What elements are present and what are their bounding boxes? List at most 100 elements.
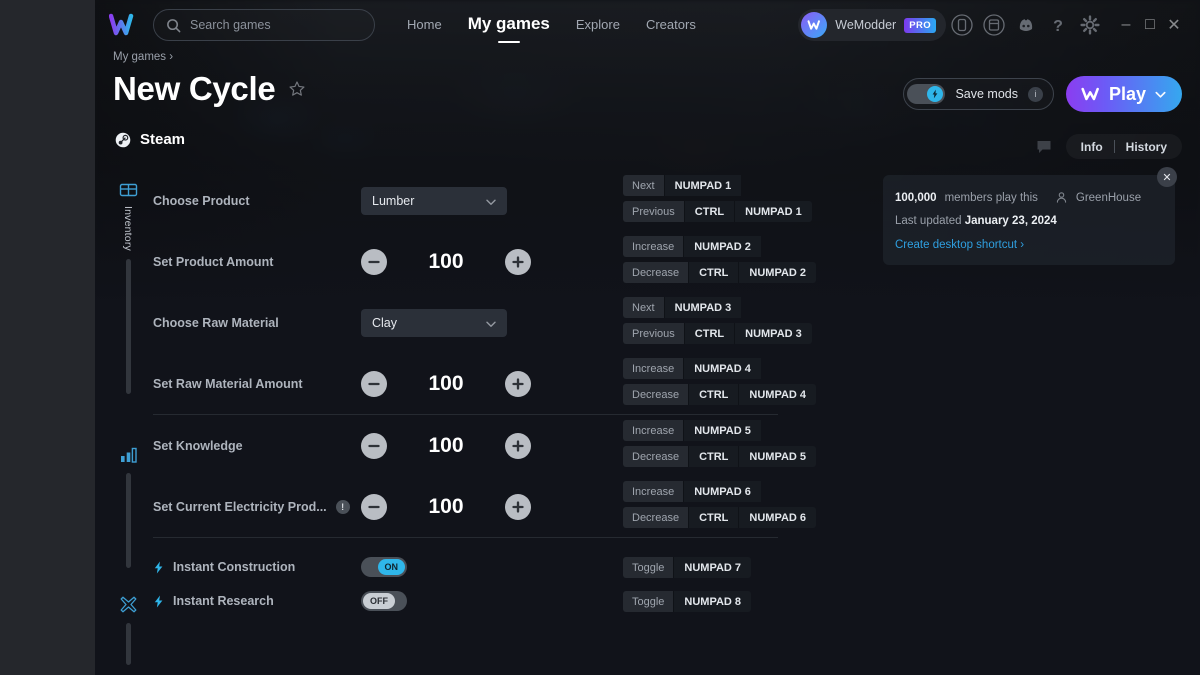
chevron-down-icon[interactable] bbox=[1154, 88, 1167, 101]
play-button[interactable]: Play bbox=[1065, 76, 1182, 112]
bolt-icon bbox=[153, 595, 164, 608]
increment-button[interactable] bbox=[505, 432, 531, 459]
hotkey[interactable]: Increase NUMPAD 5 bbox=[623, 420, 816, 441]
select-value: Clay bbox=[372, 315, 398, 330]
raw-material-amount-stepper: 100 bbox=[361, 370, 531, 397]
electricity-stepper: 100 bbox=[361, 493, 531, 520]
hotkey[interactable]: Toggle NUMPAD 8 bbox=[623, 591, 752, 612]
topbar-right-cluster: WeModder PRO ? – □ ✕ bbox=[798, 9, 1186, 41]
hotkey-action: Decrease bbox=[623, 507, 689, 528]
increment-button[interactable] bbox=[505, 493, 531, 520]
search-input[interactable]: Search games bbox=[153, 9, 375, 41]
hotkey-key: CTRL bbox=[688, 507, 739, 528]
section-stats: Set Knowledge 100 Increase NUMPAD 5 Decr… bbox=[153, 415, 1153, 537]
category-stats[interactable] bbox=[111, 445, 145, 568]
stepper-value: 100 bbox=[428, 249, 464, 273]
row-control: 100 bbox=[361, 248, 561, 275]
nav-item-my-games[interactable]: My games bbox=[468, 14, 550, 36]
hotkey-key: NUMPAD 2 bbox=[738, 262, 817, 283]
toggle-state-label: ON bbox=[377, 559, 405, 575]
minimize-button[interactable]: – bbox=[1114, 14, 1138, 36]
user-account-chip[interactable]: WeModder PRO bbox=[798, 9, 946, 41]
decrement-button[interactable] bbox=[361, 432, 387, 459]
hotkey-key: CTRL bbox=[683, 201, 735, 222]
save-mods-toggle[interactable]: Save mods i bbox=[903, 78, 1054, 110]
discord-icon[interactable] bbox=[1015, 14, 1037, 36]
wemod-logo-icon[interactable] bbox=[108, 13, 139, 37]
hotkey-key: CTRL bbox=[688, 262, 739, 283]
hotkey-action: Toggle bbox=[623, 591, 674, 612]
star-icon[interactable] bbox=[288, 80, 306, 98]
warning-icon[interactable]: ! bbox=[335, 499, 350, 514]
hotkey[interactable]: Previous CTRL NUMPAD 1 bbox=[623, 201, 812, 222]
hotkey[interactable]: Next NUMPAD 3 bbox=[623, 297, 812, 318]
breadcrumb[interactable]: My games › bbox=[113, 51, 173, 63]
bolt-icon bbox=[927, 86, 944, 102]
tab-info[interactable]: Info bbox=[1070, 140, 1114, 154]
row-label: Set Current Electricity Prod... ! bbox=[153, 499, 361, 514]
help-icon[interactable]: ? bbox=[1047, 14, 1069, 36]
cheat-rows: Choose Product Lumber Next NUMPAD 1 Prev… bbox=[153, 170, 1153, 618]
bolt-icon bbox=[153, 561, 164, 574]
bar-chart-icon bbox=[119, 445, 138, 464]
choose-raw-material-select[interactable]: Clay bbox=[361, 308, 507, 337]
save-mods-info-icon[interactable]: i bbox=[1027, 86, 1043, 102]
library-icon[interactable] bbox=[983, 14, 1005, 36]
hotkey[interactable]: Decrease CTRL NUMPAD 5 bbox=[623, 446, 817, 467]
maximize-button[interactable]: □ bbox=[1138, 14, 1162, 36]
hotkey-action: Previous bbox=[623, 323, 684, 344]
gear-icon[interactable] bbox=[1079, 14, 1101, 36]
close-button[interactable]: ✕ bbox=[1162, 14, 1186, 36]
steam-icon bbox=[115, 132, 131, 148]
choose-product-select[interactable]: Lumber bbox=[361, 186, 507, 215]
row-control: OFF bbox=[361, 591, 561, 611]
row-label: Instant Research bbox=[153, 594, 361, 608]
hotkey[interactable]: Next NUMPAD 1 bbox=[623, 175, 812, 196]
hotkey-action: Toggle bbox=[623, 557, 674, 578]
hotkey[interactable]: Increase NUMPAD 6 bbox=[623, 481, 816, 502]
instant-research-toggle[interactable]: OFF bbox=[361, 591, 407, 611]
hotkey-action: Increase bbox=[623, 236, 684, 257]
row-label: Set Knowledge bbox=[153, 438, 243, 453]
pro-badge: PRO bbox=[904, 17, 936, 33]
hotkey[interactable]: Decrease CTRL NUMPAD 2 bbox=[623, 262, 817, 283]
nav-item-creators[interactable]: Creators bbox=[646, 17, 696, 34]
knowledge-stepper: 100 bbox=[361, 432, 531, 459]
category-track-inventory bbox=[125, 259, 131, 394]
info-history-tabs: Info History bbox=[1036, 134, 1182, 159]
save-mods-switch[interactable] bbox=[907, 84, 946, 104]
tab-history[interactable]: History bbox=[1115, 140, 1178, 154]
save-mods-label: Save mods bbox=[955, 87, 1018, 101]
primary-nav: Home My games Explore Creators bbox=[407, 14, 696, 36]
hotkey-action: Decrease bbox=[623, 446, 689, 467]
decrement-button[interactable] bbox=[361, 248, 387, 275]
decrement-button[interactable] bbox=[361, 493, 387, 520]
category-misc[interactable] bbox=[111, 595, 145, 665]
instant-construction-toggle[interactable]: ON bbox=[361, 557, 407, 577]
row-control: 100 bbox=[361, 432, 561, 459]
hotkey[interactable]: Previous CTRL NUMPAD 3 bbox=[623, 323, 812, 344]
stepper-value: 100 bbox=[428, 433, 464, 457]
category-label-inventory: Inventory bbox=[122, 206, 134, 251]
hotkey[interactable]: Toggle NUMPAD 7 bbox=[623, 557, 752, 578]
cheat-row: Choose Raw Material Clay Next NUMPAD 3 P… bbox=[153, 292, 1153, 353]
chat-icon[interactable] bbox=[1036, 139, 1052, 155]
category-inventory[interactable]: Inventory bbox=[111, 180, 145, 394]
cheat-row: Set Product Amount 100 Increase NUMPAD 2… bbox=[153, 231, 1153, 292]
cheat-row: Set Knowledge 100 Increase NUMPAD 5 Decr… bbox=[153, 415, 1153, 476]
hotkey[interactable]: Increase NUMPAD 2 bbox=[623, 236, 816, 257]
hotkey-action: Decrease bbox=[623, 262, 689, 283]
increment-button[interactable] bbox=[505, 248, 531, 275]
nav-item-explore[interactable]: Explore bbox=[576, 17, 620, 34]
hotkey[interactable]: Increase NUMPAD 4 bbox=[623, 358, 816, 379]
phone-icon[interactable] bbox=[951, 14, 973, 36]
increment-button[interactable] bbox=[505, 370, 531, 397]
hotkey[interactable]: Decrease CTRL NUMPAD 6 bbox=[623, 507, 817, 528]
decrement-button[interactable] bbox=[361, 370, 387, 397]
hotkey-action: Increase bbox=[623, 358, 684, 379]
nav-item-home[interactable]: Home bbox=[407, 17, 442, 34]
hotkey[interactable]: Decrease CTRL NUMPAD 4 bbox=[623, 384, 817, 405]
row-label: Choose Raw Material bbox=[153, 315, 279, 330]
hotkey-key: NUMPAD 6 bbox=[738, 507, 817, 528]
hotkey-key: NUMPAD 4 bbox=[738, 384, 817, 405]
